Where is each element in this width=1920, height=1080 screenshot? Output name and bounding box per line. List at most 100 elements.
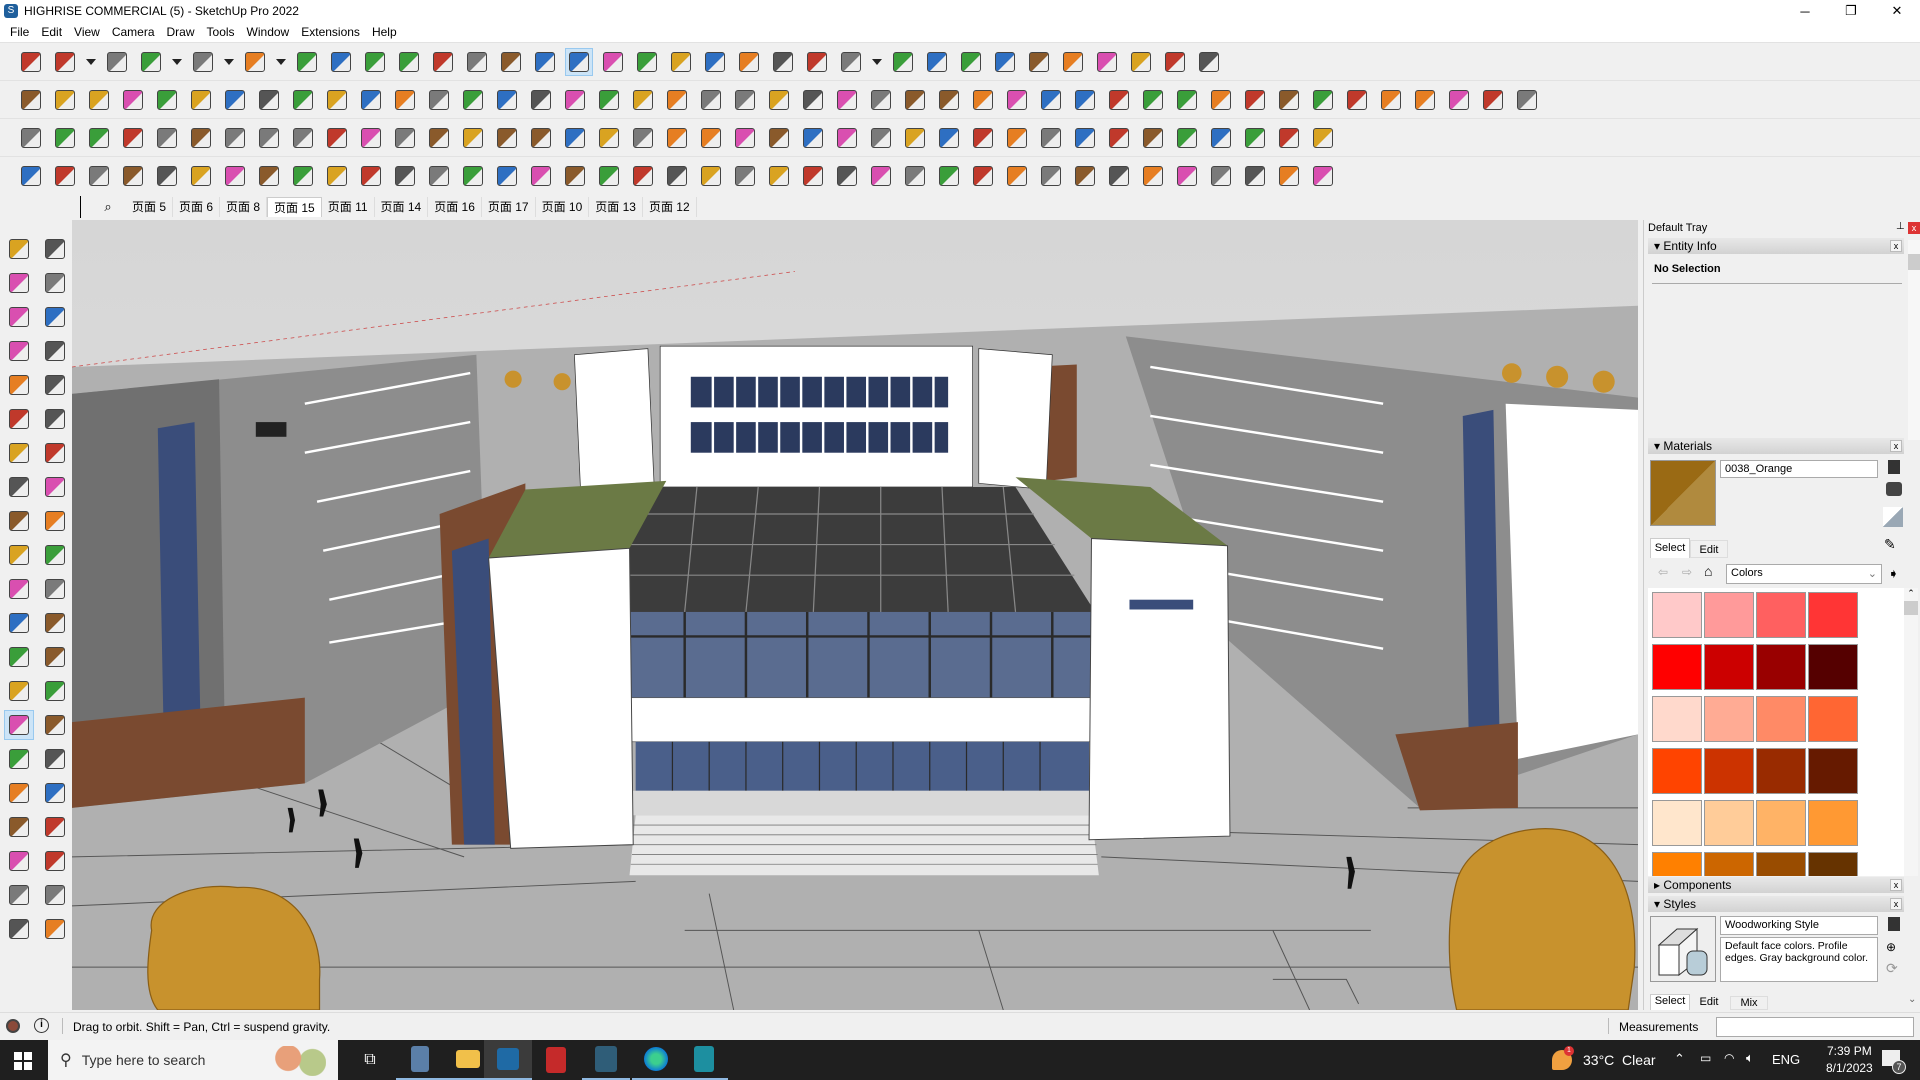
flag-icon[interactable] [323, 124, 351, 152]
create-style-icon[interactable] [1888, 917, 1900, 931]
arrows-icon[interactable] [799, 124, 827, 152]
scene-tab[interactable]: 页面 5 [126, 197, 174, 217]
arc-icon[interactable] [189, 48, 217, 76]
color-swatch[interactable] [1807, 643, 1859, 691]
wall-icon[interactable] [799, 86, 827, 114]
color-swatch[interactable] [1651, 799, 1703, 847]
push-r-icon[interactable] [425, 86, 453, 114]
select-icon[interactable] [4, 234, 34, 264]
cube-icon[interactable] [833, 124, 861, 152]
scene-tab-selected[interactable]: 页面 15 [267, 197, 322, 217]
shape-rect-icon[interactable] [1139, 86, 1167, 114]
shape-circle-icon[interactable] [1173, 86, 1201, 114]
point-icon[interactable] [17, 162, 45, 190]
color-swatch[interactable] [1807, 799, 1859, 847]
pencil-icon[interactable] [137, 48, 165, 76]
hand-icon[interactable] [629, 162, 657, 190]
color-swatch[interactable] [1703, 695, 1755, 743]
scene-tab[interactable]: 页面 6 [173, 197, 221, 217]
palette-scrollbar[interactable]: ⌃ [1904, 588, 1918, 876]
task-view-icon[interactable]: ⧉ [346, 1040, 394, 1080]
tape-icon[interactable] [4, 608, 34, 638]
follow-me-icon[interactable] [40, 540, 70, 570]
cross-green-icon[interactable] [527, 124, 555, 152]
menu-window[interactable]: Window [241, 25, 296, 39]
back-arrow-icon[interactable]: ⇦ [1658, 565, 1668, 579]
color-swatch[interactable] [1703, 747, 1755, 795]
dropdown-icon[interactable] [85, 48, 97, 76]
color-swatch[interactable] [1755, 799, 1807, 847]
rectangle-icon[interactable] [4, 370, 34, 400]
paint-icon[interactable] [4, 268, 34, 298]
top-view-icon[interactable] [51, 86, 79, 114]
entity-info-header[interactable]: ▾ Entity Info x [1648, 238, 1904, 254]
scene-tab[interactable]: 页面 12 [643, 197, 697, 217]
styles-mix-tab[interactable]: Mix [1730, 996, 1768, 1010]
fx-icon[interactable] [1037, 86, 1065, 114]
follow-me-icon[interactable] [327, 48, 355, 76]
close-button[interactable]: ✕ [1874, 0, 1920, 22]
menu-file[interactable]: File [4, 25, 35, 39]
menu-draw[interactable]: Draw [161, 25, 201, 39]
start-windows-icon[interactable] [14, 1052, 32, 1070]
create-material-icon[interactable] [1888, 460, 1900, 474]
knife-icon[interactable] [1105, 86, 1133, 114]
circle-icon[interactable] [4, 404, 34, 434]
account-icon[interactable] [837, 48, 865, 76]
scroll-down-icon[interactable]: ⌄ [1908, 994, 1916, 1005]
dropdown-icon[interactable] [171, 48, 183, 76]
color-swatch[interactable] [1703, 799, 1755, 847]
color-swatch[interactable] [1755, 695, 1807, 743]
hatch3-icon[interactable] [867, 162, 895, 190]
weld-icon[interactable] [85, 162, 113, 190]
previous-icon[interactable] [40, 778, 70, 808]
push-x-icon[interactable] [527, 86, 555, 114]
dimension-icon[interactable] [40, 608, 70, 638]
close-icon[interactable]: x [1890, 440, 1902, 452]
clock[interactable]: 7:39 PM 8/1/2023 [1826, 1044, 1873, 1075]
sketch-app-icon[interactable] [582, 1040, 630, 1080]
stack2-icon[interactable] [969, 124, 997, 152]
section-icon[interactable] [187, 86, 215, 114]
zoom-window-icon[interactable] [40, 744, 70, 774]
section-plane-icon[interactable] [701, 48, 729, 76]
styles-header[interactable]: ▾ Styles x [1648, 896, 1904, 912]
close-icon[interactable]: x [1890, 879, 1902, 891]
panel-icon[interactable] [1105, 124, 1133, 152]
scene-tab[interactable]: 页面 14 [375, 197, 429, 217]
section-fill-icon[interactable] [40, 914, 70, 944]
color-swatch[interactable] [1807, 591, 1859, 639]
spiral3-icon[interactable] [765, 124, 793, 152]
rotated-rect-icon[interactable] [40, 370, 70, 400]
window-icon[interactable] [629, 86, 657, 114]
close-icon[interactable]: x [1890, 240, 1902, 252]
freehand-icon[interactable] [40, 336, 70, 366]
block-icon[interactable] [867, 86, 895, 114]
push-j-icon[interactable] [391, 86, 419, 114]
grid-orange2-icon[interactable] [1173, 124, 1201, 152]
style-description[interactable]: Default face colors. Profile edges. Gray… [1720, 937, 1878, 982]
tree-icon[interactable] [901, 124, 929, 152]
cross-red-icon[interactable] [493, 124, 521, 152]
protractor-icon[interactable] [4, 642, 34, 672]
sphere-icon[interactable] [1173, 162, 1201, 190]
color-swatch[interactable] [1807, 747, 1859, 795]
push-f-icon[interactable] [561, 86, 589, 114]
maximize-button[interactable]: ❐ [1828, 0, 1874, 22]
wifi-icon[interactable]: ◠ [1724, 1051, 1734, 1065]
materials-edit-tab[interactable]: Edit [1690, 540, 1728, 558]
3dsmax-app-icon[interactable] [680, 1040, 728, 1080]
roof2-icon[interactable] [765, 86, 793, 114]
iso-view-icon[interactable] [17, 86, 45, 114]
eraser-icon[interactable] [40, 268, 70, 298]
mesh-icon[interactable] [1071, 124, 1099, 152]
mirror-icon[interactable] [1093, 48, 1121, 76]
color-swatch[interactable] [1807, 851, 1859, 876]
arc3-icon[interactable] [4, 472, 34, 502]
taskbar-search-box[interactable]: ⚲ Type here to search [48, 1040, 338, 1080]
face-grid-icon[interactable] [187, 124, 215, 152]
warehouse-icon[interactable] [803, 48, 831, 76]
materials-header[interactable]: ▾ Materials x [1648, 438, 1904, 454]
3d-text-icon[interactable] [40, 676, 70, 706]
model-viewport[interactable] [72, 220, 1638, 1010]
